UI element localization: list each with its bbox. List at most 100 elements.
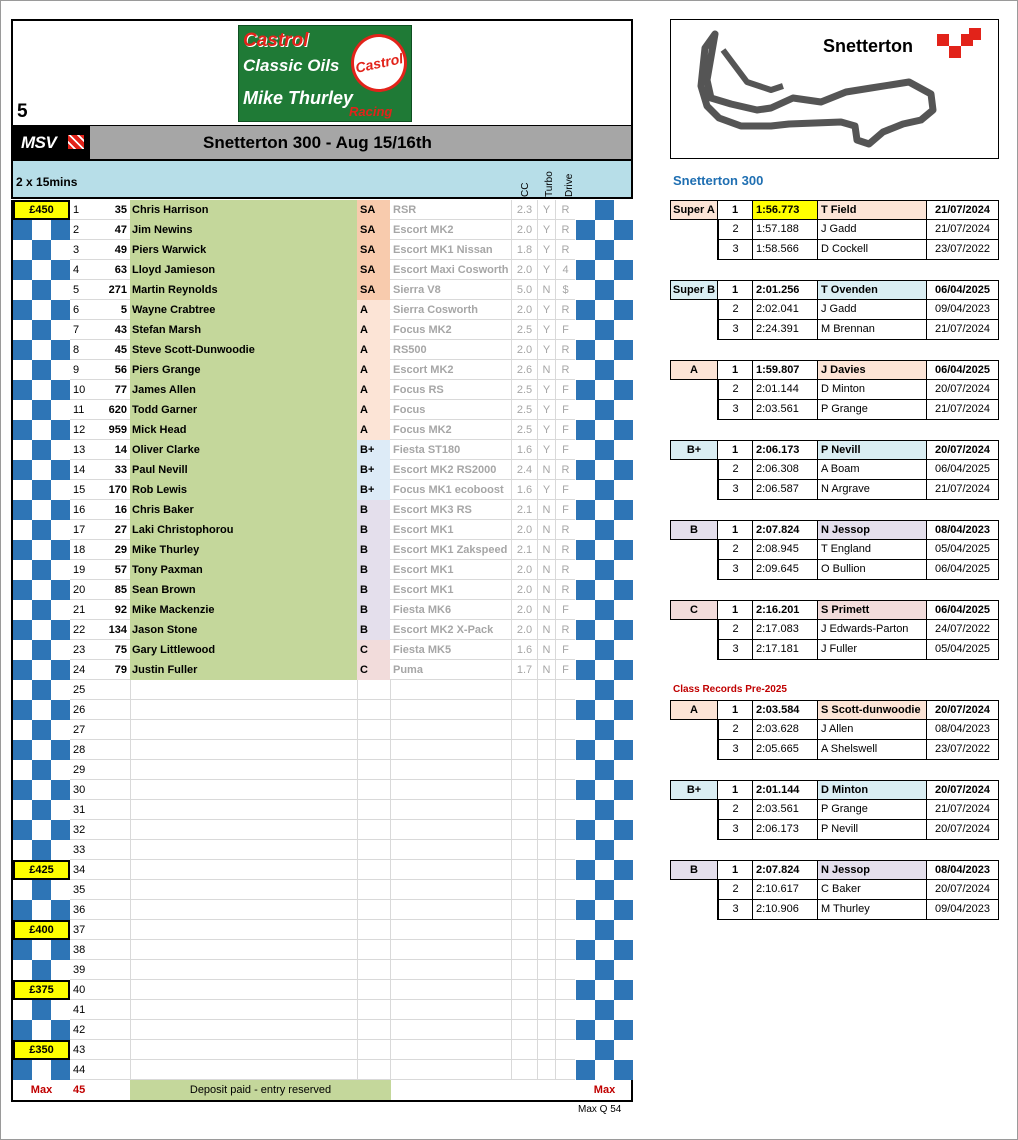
record-date: 08/04/2023 (927, 520, 999, 540)
empty-row: 36 (13, 900, 633, 920)
checkered-flag-left-icon (13, 1000, 70, 1020)
record-lap-time: 1:56.773 (753, 200, 818, 220)
checkered-flag-right-icon (576, 420, 633, 440)
checkered-flag-left-icon (13, 700, 70, 720)
checkered-flag-right-icon (576, 640, 633, 660)
record-date: 20/07/2024 (927, 780, 999, 800)
car-class: A (357, 400, 390, 420)
grid-position: 12 (70, 420, 90, 440)
driver-name-empty (130, 1040, 357, 1060)
turbo-empty (537, 940, 555, 960)
checkered-flag-left-icon (13, 560, 70, 580)
record-class (670, 480, 718, 500)
record-lap-time: 2:01.144 (753, 380, 818, 400)
checkered-flag-left-icon (13, 320, 70, 340)
checkered-flag-left-icon (13, 600, 70, 620)
checkered-flag-left-icon (13, 340, 70, 360)
engine-cc: 2.0 (511, 220, 537, 240)
drive-type: R (555, 360, 575, 380)
record-group: B+ 1 2:06.173 P Nevill 20/07/2024 2 2:06.308 A … (670, 440, 999, 500)
car-model-empty (390, 920, 511, 940)
entry-row: 8 45 Steve Scott-Dunwoodie A RS500 2.0 Y R (13, 340, 633, 360)
record-class (670, 460, 718, 480)
drive-type: $ (555, 280, 575, 300)
turbo-empty (537, 920, 555, 940)
car-model-empty (390, 900, 511, 920)
turbo-flag: N (537, 360, 555, 380)
record-driver: N Argrave (818, 480, 927, 500)
car-class-empty (357, 800, 390, 820)
car-number: 271 (90, 280, 130, 300)
turbo-flag: Y (537, 200, 555, 220)
entry-row: 15 170 Rob Lewis B+ Focus MK1 ecoboost 1.6 Y F (13, 480, 633, 500)
car-number-empty (90, 980, 130, 1000)
checkered-flag-left-icon (13, 420, 70, 440)
engine-cc: 2.0 (511, 620, 537, 640)
grid-position: 20 (70, 580, 90, 600)
record-position: 1 (718, 280, 753, 300)
checkered-flag-right-icon (576, 600, 633, 620)
grid-position: 19 (70, 560, 90, 580)
car-class-empty (357, 780, 390, 800)
drive-type: R (555, 580, 575, 600)
drive-type: F (555, 640, 575, 660)
car-class-empty (357, 940, 390, 960)
record-row: A 1 2:03.584 S Scott-dunwoodie 20/07/2024 (670, 700, 999, 720)
car-class: A (357, 360, 390, 380)
checkered-flag-right-icon (576, 720, 633, 740)
record-position: 2 (718, 880, 753, 900)
entry-row: 11 620 Todd Garner A Focus 2.5 Y F (13, 400, 633, 420)
car-number: 43 (90, 320, 130, 340)
turbo-flag: Y (537, 260, 555, 280)
checkered-flag-left-icon (13, 400, 70, 420)
car-model-empty (390, 680, 511, 700)
record-class: B (670, 520, 718, 540)
grid-position: 38 (70, 940, 90, 960)
car-number-empty (90, 700, 130, 720)
checkered-flag-left-icon (13, 520, 70, 540)
car-number: 959 (90, 420, 130, 440)
grid-position: 29 (70, 760, 90, 780)
empty-row: 32 (13, 820, 633, 840)
turbo-empty (537, 700, 555, 720)
record-row: 3 2:24.391 M Brennan 21/07/2024 (670, 320, 999, 340)
turbo-empty (537, 1040, 555, 1060)
turbo-flag: Y (537, 400, 555, 420)
turbo-flag: N (537, 660, 555, 680)
record-driver: D Minton (818, 380, 927, 400)
checkered-flag-right-icon (576, 1060, 633, 1080)
entry-row: 16 16 Chris Baker B Escort MK3 RS 2.1 N F (13, 500, 633, 520)
record-row: 3 2:06.173 P Nevill 20/07/2024 (670, 820, 999, 840)
turbo-empty (537, 780, 555, 800)
car-class-empty (357, 840, 390, 860)
record-date: 06/04/2025 (927, 600, 999, 620)
drive-type: 4 (555, 260, 575, 280)
grid-position: 9 (70, 360, 90, 380)
empty-row: 30 (13, 780, 633, 800)
checkered-flag-left-icon (13, 940, 70, 960)
record-date: 09/04/2023 (927, 300, 999, 320)
price-tag: £350 (13, 1040, 70, 1060)
car-model-empty (390, 820, 511, 840)
checkered-flag-right-icon (576, 240, 633, 260)
record-class: B (670, 860, 718, 880)
record-lap-time: 2:10.617 (753, 880, 818, 900)
car-number-empty (90, 960, 130, 980)
record-class: C (670, 600, 718, 620)
driver-name-empty (130, 1000, 357, 1020)
record-date: 06/04/2025 (927, 460, 999, 480)
record-lap-time: 1:57.188 (753, 220, 818, 240)
checkered-flag-right-icon (576, 320, 633, 340)
record-driver: N Jessop (818, 860, 927, 880)
event-title: Snetterton 300 - Aug 15/16th (203, 133, 432, 152)
drive-type: R (555, 340, 575, 360)
drive-empty (555, 980, 575, 1000)
driver-name: Martin Reynolds (130, 280, 357, 300)
engine-cc-empty (511, 880, 537, 900)
entry-row: 6 5 Wayne Crabtree A Sierra Cosworth 2.0 Y R (13, 300, 633, 320)
empty-row: 28 (13, 740, 633, 760)
checkered-flag-right-icon (576, 900, 633, 920)
drive-type: R (555, 460, 575, 480)
drive-type: R (555, 300, 575, 320)
record-class: A (670, 700, 718, 720)
